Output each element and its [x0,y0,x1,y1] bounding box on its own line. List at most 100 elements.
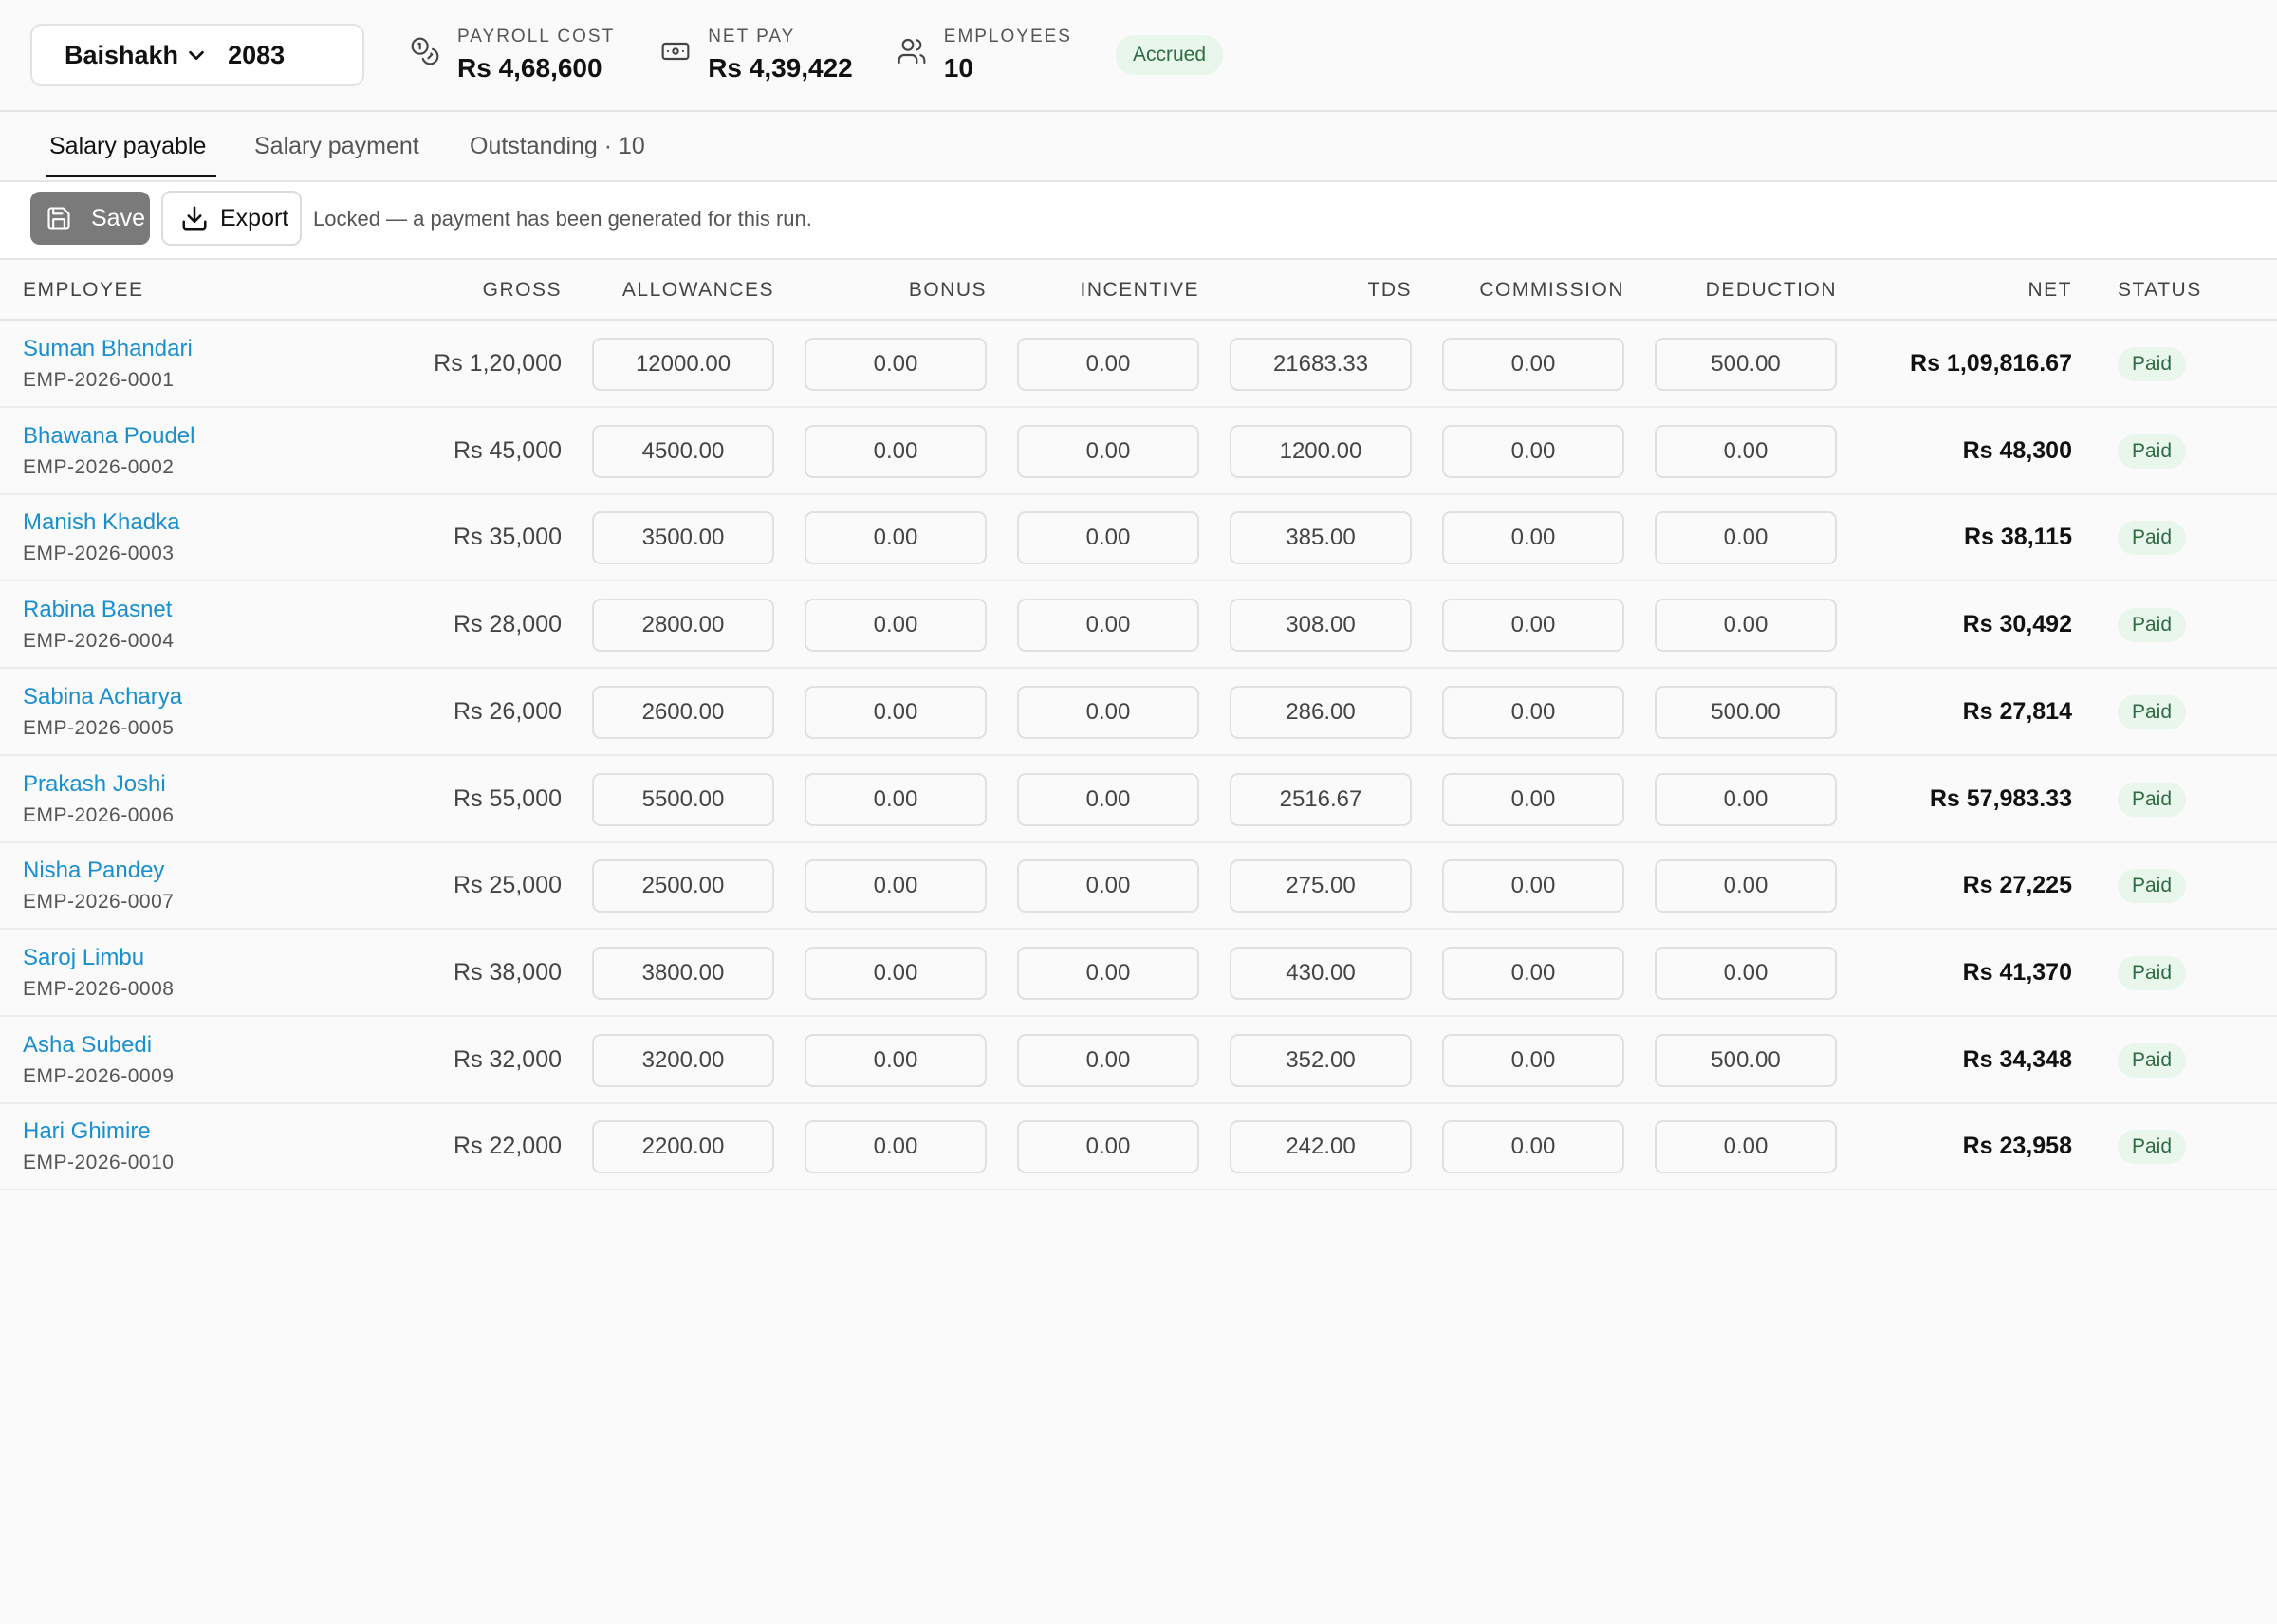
tds-input[interactable]: 242.00 [1230,1120,1412,1174]
incentive-input[interactable]: 0.00 [1017,338,1199,391]
bonus-input[interactable]: 0.00 [805,946,987,1000]
employee-id: EMP-2026-0008 [23,977,175,1000]
bonus-input[interactable]: 0.00 [805,511,987,565]
commission-input[interactable]: 0.00 [1442,859,1624,914]
employee-name-link[interactable]: Bhawana Poudel [23,423,194,450]
employee-name-link[interactable]: Nisha Pandey [23,858,164,884]
net-value: Rs 34,348 [1962,1045,2072,1073]
allowances-input[interactable]: 5500.00 [592,772,774,826]
employee-name-link[interactable]: Manish Khadka [23,509,179,536]
status-badge: Paid [2118,955,2187,990]
net-value: Rs 57,983.33 [1929,784,2072,812]
export-label: Export [220,204,289,231]
commission-input[interactable]: 0.00 [1442,338,1624,391]
employee-name-link[interactable]: Saroj Limbu [23,945,144,971]
net-pay-value: Rs 4,39,422 [708,53,853,83]
allowances-input[interactable]: 3500.00 [592,511,774,565]
incentive-input[interactable]: 0.00 [1017,511,1199,565]
commission-input[interactable]: 0.00 [1442,599,1624,653]
status-badge: Paid [2118,869,2187,904]
tab-outstanding[interactable]: Outstanding · 10 [470,133,645,160]
employee-id: EMP-2026-0007 [23,891,175,914]
save-button[interactable]: Save [30,192,150,245]
tds-input[interactable]: 1200.00 [1230,424,1412,478]
commission-input[interactable]: 0.00 [1442,424,1624,478]
allowances-input[interactable]: 2600.00 [592,685,774,739]
gross-value: Rs 28,000 [454,611,562,638]
net-pay-label: NET PAY [708,27,796,46]
table-row: Nisha Pandey EMP-2026-0007 Rs 25,000 2500.0… [0,842,2277,931]
allowances-input[interactable]: 3800.00 [592,946,774,1000]
commission-input[interactable]: 0.00 [1442,511,1624,565]
tds-input[interactable]: 352.00 [1230,1033,1412,1087]
allowances-input[interactable]: 2800.00 [592,599,774,653]
status-badge: Paid [2118,521,2187,556]
status-badge: Paid [2118,1043,2187,1078]
tds-input[interactable]: 385.00 [1230,511,1412,565]
payroll-cost-label: PAYROLL COST [457,27,616,46]
employee-name-link[interactable]: Asha Subedi [23,1032,152,1059]
net-value: Rs 27,814 [1962,697,2072,725]
bonus-input[interactable]: 0.00 [805,1033,987,1087]
tds-input[interactable]: 308.00 [1230,599,1412,653]
status-badge: Paid [2118,434,2187,469]
bonus-input[interactable]: 0.00 [805,424,987,478]
allowances-input[interactable]: 4500.00 [592,424,774,478]
incentive-input[interactable]: 0.00 [1017,685,1199,739]
bonus-input[interactable]: 0.00 [805,338,987,391]
commission-input[interactable]: 0.00 [1442,685,1624,739]
table-row: Suman Bhandari EMP-2026-0001 Rs 1,20,000 12… [0,321,2277,408]
commission-input[interactable]: 0.00 [1442,1120,1624,1174]
allowances-input[interactable]: 2200.00 [592,1120,774,1174]
tab-salary-payment[interactable]: Salary payment [254,133,419,160]
allowances-input[interactable]: 3200.00 [592,1033,774,1087]
bonus-input[interactable]: 0.00 [805,599,987,653]
chevron-down-icon [186,45,207,65]
month-label: Baishakh [65,40,179,69]
col-status: STATUS [2118,279,2202,301]
commission-input[interactable]: 0.00 [1442,772,1624,826]
table-row: Rabina Basnet EMP-2026-0004 Rs 28,000 2800.… [0,581,2277,670]
incentive-input[interactable]: 0.00 [1017,946,1199,1000]
incentive-input[interactable]: 0.00 [1017,424,1199,478]
gross-value: Rs 35,000 [454,524,562,551]
employee-name-link[interactable]: Sabina Acharya [23,684,182,710]
bonus-input[interactable]: 0.00 [805,772,987,826]
period-selector[interactable]: Baishakh 2083 [30,24,364,86]
employee-name-link[interactable]: Hari Ghimire [23,1118,151,1145]
employee-name-link[interactable]: Rabina Basnet [23,597,172,623]
bonus-input[interactable]: 0.00 [805,859,987,914]
incentive-input[interactable]: 0.00 [1017,772,1199,826]
tab-salary-payable[interactable]: Salary payable [49,133,206,160]
bonus-input[interactable]: 0.00 [805,1120,987,1174]
incentive-input[interactable]: 0.00 [1017,1033,1199,1087]
tds-input[interactable]: 21683.33 [1230,338,1412,391]
gross-value: Rs 1,20,000 [434,350,562,377]
incentive-input[interactable]: 0.00 [1017,599,1199,653]
download-icon [180,204,209,232]
toolbar: Save Export Locked — a payment has been … [0,182,2277,260]
bonus-input[interactable]: 0.00 [805,685,987,739]
allowances-input[interactable]: 12000.00 [592,338,774,391]
month-select[interactable]: Baishakh [65,41,207,70]
commission-input[interactable]: 0.00 [1442,946,1624,1000]
employee-id: EMP-2026-0002 [23,455,175,478]
employee-name-link[interactable]: Suman Bhandari [23,336,193,362]
year-input[interactable]: 2083 [228,41,285,70]
run-status-badge: Accrued [1115,35,1224,75]
commission-input[interactable]: 0.00 [1442,1033,1624,1087]
tds-input[interactable]: 2516.67 [1230,772,1412,826]
incentive-input[interactable]: 0.00 [1017,1120,1199,1174]
employee-id: EMP-2026-0010 [23,1152,175,1174]
save-label: Save [91,204,145,231]
tds-input[interactable]: 286.00 [1230,685,1412,739]
gross-value: Rs 22,000 [454,1133,562,1160]
allowances-input[interactable]: 2500.00 [592,859,774,914]
tds-input[interactable]: 430.00 [1230,946,1412,1000]
employee-name-link[interactable]: Prakash Joshi [23,771,166,798]
incentive-input[interactable]: 0.00 [1017,859,1199,914]
export-button[interactable]: Export [161,191,302,246]
status-badge: Paid [2118,608,2187,643]
status-badge: Paid [2118,347,2187,381]
tds-input[interactable]: 275.00 [1230,859,1412,914]
